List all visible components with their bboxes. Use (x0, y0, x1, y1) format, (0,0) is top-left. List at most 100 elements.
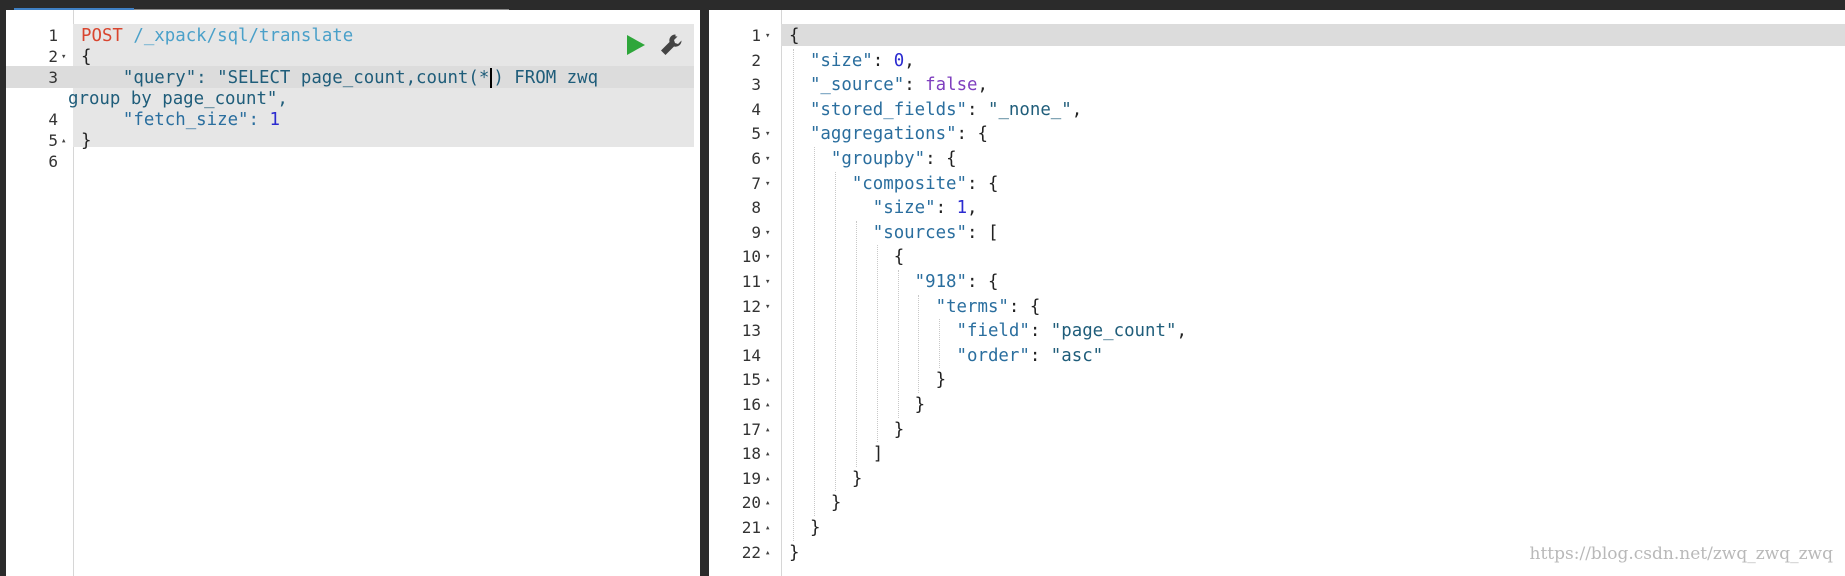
line-number: 19 (741, 468, 761, 488)
json-key: "order" (956, 345, 1030, 366)
code-text: "aggregations": { (809, 124, 988, 145)
line-number: 13 (741, 321, 761, 341)
json-number: 0 (893, 50, 905, 71)
line-number: 1 (751, 26, 761, 45)
line-number: 11 (741, 272, 761, 291)
json-string: "page_count" (1050, 321, 1177, 342)
json-key: "composite" (851, 173, 967, 194)
response-line: 8 "size": 1, (709, 196, 1845, 220)
request-editor[interactable]: 1 POST /_xpack/sql/translate 2 ▾ { 3 "qu… (6, 10, 700, 576)
code-text: "groupby": { (830, 149, 957, 169)
fold-toggle-icon[interactable]: ▴ (765, 467, 770, 491)
request-path: /_xpack/sql/translate (122, 26, 354, 46)
response-line: 6 ▾ "groupby": { (709, 147, 1845, 171)
response-line: 21 ▴ } (709, 516, 1845, 540)
code-text: "size": 1, (872, 198, 978, 219)
response-line: 10 ▾ { (709, 245, 1845, 269)
fold-toggle-icon[interactable]: ▴ (765, 541, 770, 565)
fold-toggle-icon[interactable]: ▾ (765, 172, 770, 196)
code-text: } (789, 518, 821, 538)
response-line: 2 "size": 0, (709, 49, 1845, 73)
fold-toggle-icon[interactable]: ▾ (765, 221, 770, 245)
line-number: 18 (741, 444, 761, 464)
line-number: 12 (741, 296, 761, 316)
json-key: "aggregations" (809, 124, 957, 145)
json-key: "918" (914, 272, 967, 292)
http-method: POST (81, 26, 123, 46)
response-line: 3 "_source": false, (709, 73, 1845, 97)
response-line: 17 ▴ } (709, 418, 1845, 442)
watermark: https://blog.csdn.net/zwq_zwq_zwq (1529, 544, 1833, 564)
response-line: 18 ▴ ] (709, 442, 1845, 466)
response-line: 4 "stored_fields": "_none_", (709, 98, 1845, 122)
response-line: 19 ▴ } (709, 467, 1845, 491)
code-text: ] (789, 444, 884, 465)
response-line: 14 "order": "asc" (709, 344, 1845, 368)
json-key: "stored_fields" (809, 99, 968, 120)
json-string: "asc" (1050, 345, 1104, 366)
code-text: "terms": { (935, 296, 1041, 317)
json-string: "_none_" (987, 99, 1072, 120)
line-number: 22 (741, 542, 761, 562)
code-text: "918": { (914, 272, 999, 292)
json-key: "size" (872, 198, 936, 219)
fold-toggle-icon[interactable]: ▴ (765, 368, 770, 392)
fold-toggle-icon[interactable]: ▾ (765, 122, 770, 146)
line-number: 9 (751, 222, 761, 242)
json-key: "field" (956, 321, 1030, 342)
line-number: 14 (741, 345, 761, 365)
fold-toggle-icon[interactable]: ▴ (765, 491, 770, 515)
code-text: } (789, 419, 905, 440)
fold-toggle-icon[interactable]: ▴ (765, 516, 770, 540)
wrench-icon[interactable] (658, 32, 684, 58)
line-number: 21 (741, 518, 761, 537)
fold-toggle-icon[interactable]: ▾ (765, 245, 770, 269)
line-number: 6 (48, 152, 58, 171)
response-line: 16 ▴ } (709, 393, 1845, 417)
fold-toggle-icon[interactable]: ▾ (765, 24, 770, 48)
request-line-6: 6 (6, 150, 700, 174)
json-number: 1 (956, 198, 968, 219)
json-number: 1 (269, 110, 280, 130)
line-number: 6 (751, 149, 761, 168)
code-text: "stored_fields": "_none_", (809, 99, 1083, 120)
query-text-part: ) FROM zwq (493, 68, 599, 88)
fold-toggle-icon[interactable]: ▴ (765, 442, 770, 466)
response-line: 7 ▾ "composite": { (709, 172, 1845, 196)
fold-toggle-icon[interactable]: ▴ (765, 418, 770, 442)
code-text: } (789, 395, 926, 415)
code-text: "field": "page_count", (956, 321, 1187, 342)
response-line: 15 ▴ } (709, 368, 1845, 392)
response-line: 9 ▾ "sources": [ (709, 221, 1845, 245)
line-number: 4 (751, 99, 761, 119)
response-line: 13 "field": "page_count", (709, 319, 1845, 343)
line-number: 3 (751, 75, 761, 95)
code-text: } (789, 493, 842, 514)
fold-toggle-icon[interactable]: ▴ (765, 393, 770, 417)
line-number: 20 (741, 493, 761, 513)
json-key: "terms" (935, 296, 1009, 317)
code-text: } (789, 370, 947, 391)
response-line: 5 ▾ "aggregations": { (709, 122, 1845, 146)
query-text-part: "query": "SELECT page_count,count(* (81, 68, 490, 88)
code-text: "composite": { (851, 173, 999, 194)
fold-toggle-icon[interactable]: ▾ (765, 270, 770, 294)
fold-toggle-icon[interactable]: ▾ (765, 295, 770, 319)
line-number: 10 (741, 247, 761, 267)
code-text: { (789, 26, 800, 46)
response-line: 12 ▾ "terms": { (709, 295, 1845, 319)
code-text: "_source": false, (809, 75, 988, 96)
run-request-icon[interactable] (622, 32, 648, 58)
code-text: "sources": [ (872, 222, 999, 243)
fold-toggle-icon[interactable]: ▾ (765, 147, 770, 171)
response-line: 11 ▾ "918": { (709, 270, 1845, 294)
code-text: { (789, 247, 905, 268)
json-key: "sources" (872, 222, 967, 243)
code-text: "order": "asc" (956, 345, 1104, 366)
json-boolean: false (925, 75, 978, 96)
response-viewer[interactable]: 1 ▾{2 "size": 0, 3 "_source": false, 4 "sto… (709, 10, 1845, 576)
json-key: "fetch_size": (81, 110, 270, 130)
response-line: 20 ▴ } (709, 491, 1845, 515)
query-text-part: group by page_count", (68, 89, 288, 109)
json-key: "size" (809, 50, 873, 71)
